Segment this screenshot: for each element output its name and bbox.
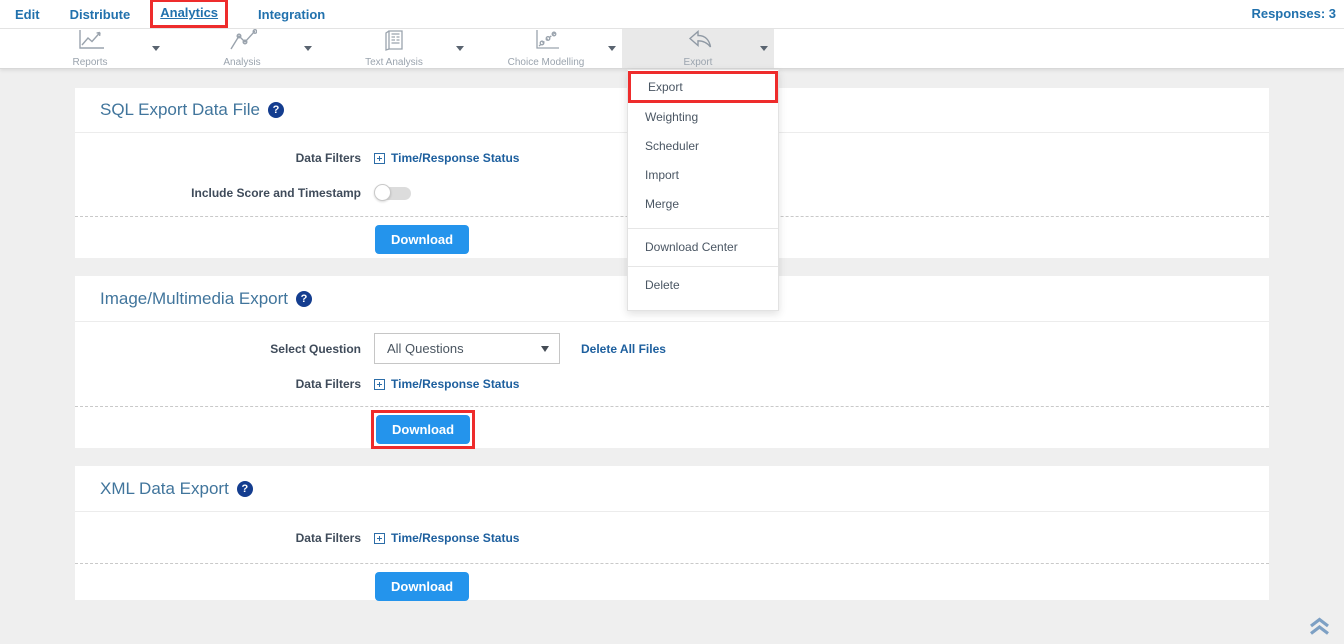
delete-all-files-link[interactable]: Delete All Files	[581, 342, 666, 356]
xml-export-section: XML Data Export ? Data Filters Time/Resp…	[75, 466, 1269, 600]
toolbar-group-text-analysis: Text Analysis	[318, 29, 470, 68]
export-dropdown-caret-icon[interactable]	[760, 46, 768, 51]
sql-export-title: SQL Export Data File	[100, 100, 260, 120]
time-response-status-link[interactable]: Time/Response Status	[374, 377, 519, 391]
nav-item-analytics[interactable]: Analytics	[160, 5, 218, 20]
text-analysis-button[interactable]: Text Analysis	[318, 29, 470, 68]
menu-item-download-center[interactable]: Download Center	[628, 229, 778, 266]
text-analysis-dropdown-caret-icon[interactable]	[456, 46, 464, 51]
expand-plus-icon	[374, 153, 385, 164]
text-analysis-label: Text Analysis	[365, 57, 423, 68]
toolbar-group-export: Export	[622, 29, 774, 68]
reports-label: Reports	[72, 57, 107, 68]
time-response-status-link[interactable]: Time/Response Status	[374, 151, 519, 165]
data-filters-label: Data Filters	[75, 151, 361, 165]
choice-modelling-button[interactable]: Choice Modelling	[470, 29, 622, 68]
responses-count[interactable]: Responses: 3	[1251, 6, 1336, 21]
menu-item-weighting[interactable]: Weighting	[628, 103, 778, 132]
reports-dropdown-caret-icon[interactable]	[152, 46, 160, 51]
time-response-status-link[interactable]: Time/Response Status	[374, 531, 519, 545]
top-nav: Edit Distribute Analytics Integration Re…	[0, 0, 1344, 29]
line-chart-icon	[75, 29, 105, 56]
select-caret-icon	[541, 346, 549, 352]
xml-download-button[interactable]: Download	[375, 572, 469, 601]
reports-button[interactable]: Reports	[14, 29, 166, 68]
nav-item-distribute[interactable]: Distribute	[70, 7, 131, 22]
sql-download-button[interactable]: Download	[375, 225, 469, 254]
analysis-dropdown-caret-icon[interactable]	[304, 46, 312, 51]
analytics-toolbar: Reports Analysis	[0, 29, 1344, 69]
image-download-button[interactable]: Download	[376, 415, 470, 444]
help-icon[interactable]: ?	[296, 291, 312, 307]
select-question-dropdown[interactable]: All Questions	[374, 333, 560, 364]
toolbar-group-choice-modelling: Choice Modelling	[470, 29, 622, 68]
xml-export-title: XML Data Export	[100, 479, 229, 499]
toolbar-group-analysis: Analysis	[166, 29, 318, 68]
select-question-label: Select Question	[75, 342, 361, 356]
trend-chart-icon	[227, 29, 257, 56]
choice-modelling-dropdown-caret-icon[interactable]	[608, 46, 616, 51]
nav-item-edit[interactable]: Edit	[15, 7, 40, 22]
toolbar-group-reports: Reports	[14, 29, 166, 68]
menu-item-delete[interactable]: Delete	[628, 267, 778, 304]
choice-modelling-label: Choice Modelling	[508, 57, 585, 68]
scatter-chart-icon	[532, 29, 560, 56]
help-icon[interactable]: ?	[237, 481, 253, 497]
xml-export-header: XML Data Export ?	[75, 466, 1269, 512]
analytics-export-page: Edit Distribute Analytics Integration Re…	[0, 0, 1344, 644]
download-highlight-box: Download	[371, 410, 475, 449]
expand-plus-icon	[374, 533, 385, 544]
document-icon	[382, 29, 406, 56]
toggle-knob[interactable]	[374, 184, 391, 201]
export-dropdown-menu: Export Weighting Scheduler Import Merge …	[627, 69, 779, 311]
double-chevron-up-icon	[1308, 617, 1331, 636]
export-label: Export	[684, 57, 713, 68]
image-export-title: Image/Multimedia Export	[100, 289, 288, 309]
data-filters-row: Data Filters Time/Response Status	[75, 373, 1269, 395]
help-icon[interactable]: ?	[268, 102, 284, 118]
export-button[interactable]: Export	[622, 29, 774, 68]
analysis-button[interactable]: Analysis	[166, 29, 318, 68]
include-score-toggle[interactable]	[374, 184, 412, 202]
menu-item-scheduler[interactable]: Scheduler	[628, 132, 778, 161]
nav-item-integration[interactable]: Integration	[258, 7, 325, 22]
menu-item-export[interactable]: Export	[628, 71, 778, 103]
analysis-label: Analysis	[223, 57, 260, 68]
menu-item-import[interactable]: Import	[628, 161, 778, 190]
data-filters-row: Data Filters Time/Response Status	[75, 527, 1269, 549]
select-question-value: All Questions	[387, 341, 464, 356]
export-arrow-icon	[682, 29, 714, 56]
scroll-to-top-button[interactable]	[1308, 617, 1331, 641]
select-question-row: Select Question All Questions Delete All…	[75, 333, 1269, 364]
data-filters-label: Data Filters	[75, 531, 361, 545]
expand-plus-icon	[374, 379, 385, 390]
analytics-highlight-box: Analytics	[150, 0, 228, 28]
menu-item-merge[interactable]: Merge	[628, 190, 778, 219]
include-score-label: Include Score and Timestamp	[75, 186, 361, 200]
data-filters-label: Data Filters	[75, 377, 361, 391]
